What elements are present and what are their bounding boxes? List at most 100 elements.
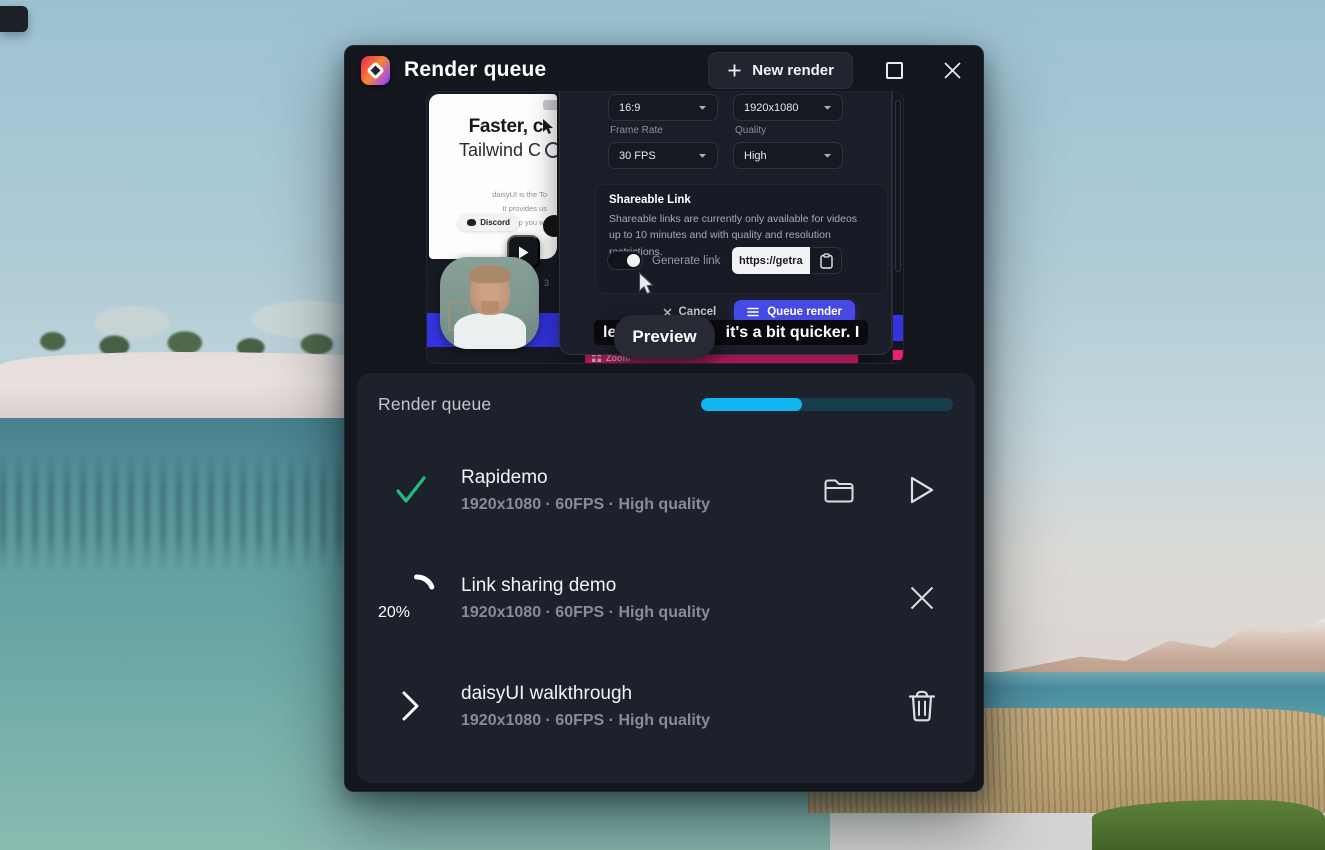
item-text: Rapidemo 1920x1080 · 60FPS · High qualit… [461,467,822,514]
webcam-person-hair [469,265,511,283]
thumbnail-dark-button [543,215,557,237]
delete-render-button[interactable] [905,689,939,723]
chevron-down-icon [698,105,707,111]
progress-arc: 20% [386,574,436,622]
thumbnail-body-line: It provides us [502,204,547,213]
progress-percent-label: 20% [378,604,410,622]
chevron-down-icon [698,153,707,159]
status-done [381,475,441,505]
trash-icon [908,690,936,722]
editor-right-panel-edge [892,92,903,363]
generate-link-toggle[interactable] [607,251,643,270]
chevron-right-icon [401,690,421,722]
resolution-select[interactable]: 1920x1080 [733,94,843,121]
item-title: daisyUI walkthrough [461,683,905,705]
item-text: daisyUI walkthrough 1920x1080 · 60FPS · … [461,683,905,730]
chevron-down-icon [823,153,832,159]
item-text: Link sharing demo 1920x1080 · 60FPS · Hi… [461,575,905,622]
frame-rate-label: Frame Rate [610,125,663,136]
toggle-knob [627,254,640,267]
item-actions [905,689,939,723]
background-window-corner [0,6,28,32]
discord-label: Discord [480,218,510,227]
frame-rate-value: 30 FPS [619,150,656,162]
x-icon [908,584,936,612]
check-icon [394,475,428,505]
cancel-render-button[interactable] [905,581,939,615]
copy-link-button[interactable] [812,247,842,274]
quality-value: High [744,150,767,162]
wallpaper-grass [1092,800,1325,850]
item-meta: 1920x1080 · 60FPS · High quality [461,496,822,514]
discord-badge: Discord [458,214,519,231]
frame-rate-select[interactable]: 30 FPS [608,142,718,169]
caption-right: it's a bit quicker. I [726,324,860,342]
status-rendering: 20% [381,574,441,622]
item-title: Rapidemo [461,467,822,489]
close-icon [942,60,963,81]
maximize-icon [886,62,903,79]
window-close-button[interactable] [937,55,967,85]
aspect-ratio-value: 16:9 [619,102,640,114]
preview-tooltip: Preview [614,315,715,359]
chevron-down-icon [823,105,832,111]
thumbnail-body-line: daisyUI is the To [492,190,547,199]
status-queued [381,690,441,722]
queue-render-label: Queue render [767,306,842,318]
queue-list: Rapidemo 1920x1080 · 60FPS · High qualit… [357,436,975,760]
timeline-clip-bar-sliver [893,315,903,341]
generate-link-label: Generate link [652,255,720,267]
new-render-button[interactable]: New render [708,52,853,89]
render-preview: Faster, c Tailwind C daisyUI is the To I… [426,91,904,364]
mouse-cursor-icon [638,272,655,296]
quality-select[interactable]: High [733,142,843,169]
thumbnail-heading-1: Faster, c [469,116,543,138]
timeline-tick-label: 3 [544,278,549,288]
aspect-ratio-select[interactable]: 16:9 [608,94,718,121]
diamond-glyph [366,61,384,79]
queue-item-link-sharing-demo: 20% Link sharing demo 1920x1080 · 60FPS … [357,544,975,652]
queue-title: Render queue [378,394,491,415]
window-title: Render queue [404,58,546,82]
folder-icon [823,476,855,504]
queue-header: Render queue [378,394,953,415]
plus-icon [727,63,742,78]
item-actions [905,581,939,615]
preview-tooltip-label: Preview [632,327,696,347]
quality-label: Quality [735,125,766,136]
video-thumbnail: Faster, c Tailwind C daisyUI is the To I… [429,94,557,259]
titlebar: Render queue New render [345,46,983,94]
video-cursor-icon [542,118,555,136]
export-dialog: 16:9 1920x1080 Frame Rate Quality 30 FPS… [559,91,892,355]
resolution-value: 1920x1080 [744,102,798,114]
play-outline-icon [909,475,935,505]
thumbnail-chip [543,100,557,110]
share-link-input[interactable] [732,247,810,274]
zoom-bar-sliver [893,350,903,360]
queue-item-daisyui-walkthrough: daisyUI walkthrough 1920x1080 · 60FPS · … [357,652,975,760]
item-actions [822,473,939,507]
clipboard-icon [820,253,833,269]
app-logo-icon [361,56,390,85]
new-render-label: New render [752,62,834,79]
render-queue-window: Render queue New render Faster, c Tailwi… [344,45,984,792]
render-queue-panel: Render queue Rapidemo 1920x1080 · 60FPS … [357,373,975,783]
item-title: Link sharing demo [461,575,905,597]
item-meta: 1920x1080 · 60FPS · High quality [461,604,905,622]
thumbnail-heading-2: Tailwind C [459,140,541,161]
maximize-button[interactable] [879,55,909,85]
queue-item-rapidemo: Rapidemo 1920x1080 · 60FPS · High qualit… [357,436,975,544]
play-render-button[interactable] [905,473,939,507]
webcam-person-beard [481,301,499,313]
overall-progress-fill [701,398,802,411]
open-folder-button[interactable] [822,473,856,507]
webcam-bubble [440,257,539,349]
scrollbar[interactable] [895,100,901,272]
shareable-link-title: Shareable Link [609,194,691,206]
queue-lines-icon [747,307,759,317]
discord-icon [467,219,476,226]
item-meta: 1920x1080 · 60FPS · High quality [461,712,905,730]
webcam-person-shirt [454,313,526,349]
overall-progress-bar [701,398,953,411]
click-ring-icon [545,142,557,158]
